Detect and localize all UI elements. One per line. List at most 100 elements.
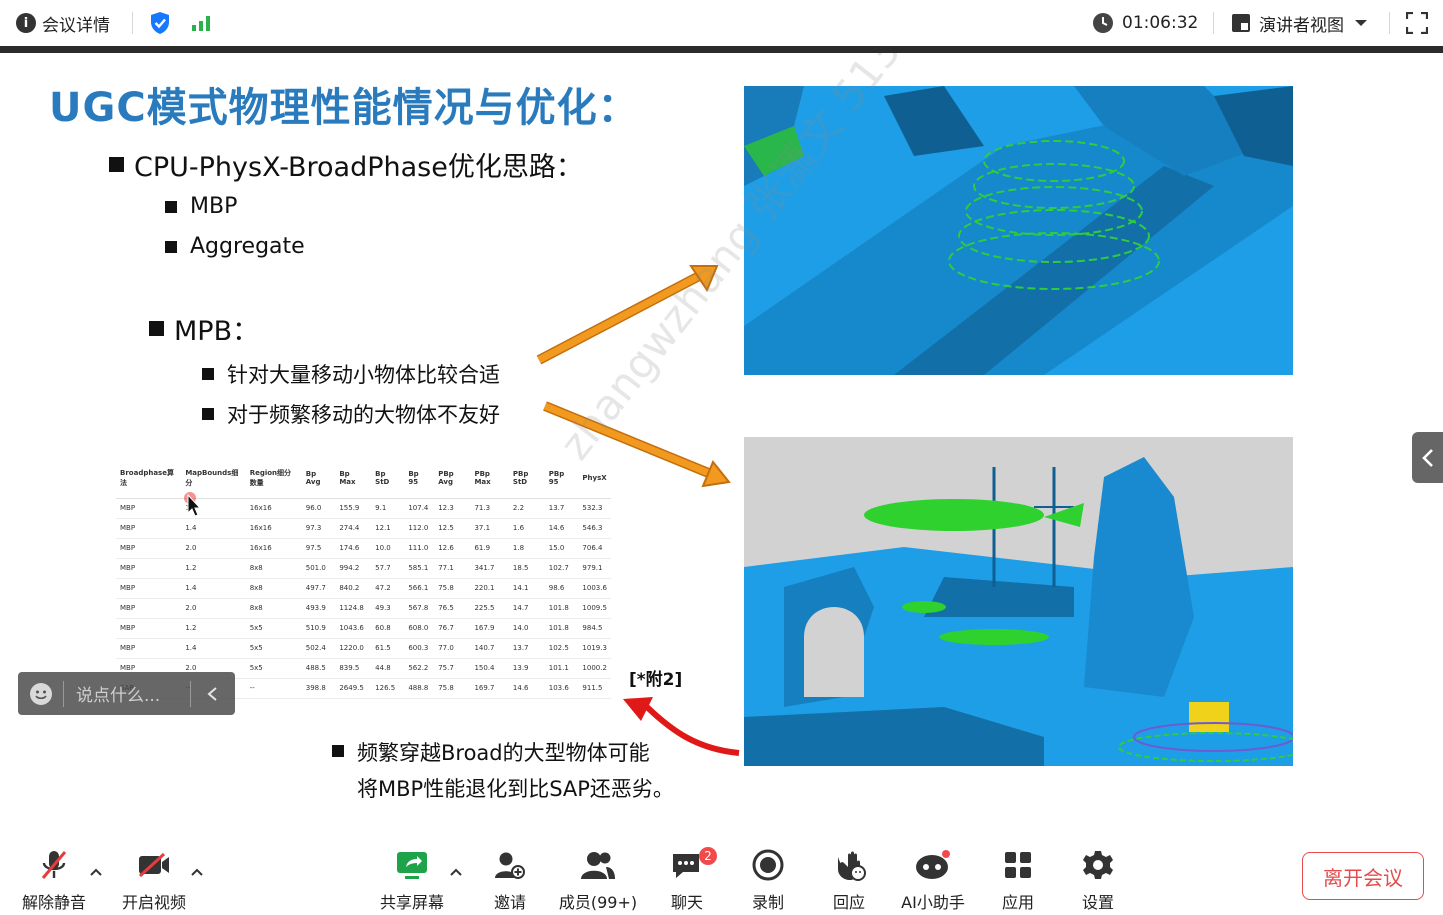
table-cell: MBP xyxy=(116,598,182,619)
slide-title: UGC模式物理性能情况与优化： xyxy=(49,85,639,131)
table-row: MBP 1.4 5x5 502.4 1220.0 61.5 600.3 77.0 140.7 13… xyxy=(116,638,611,659)
table-cell: 77.1 xyxy=(434,558,471,579)
table-cell: 12.5 xyxy=(434,518,471,539)
meeting-details-label: 会议详情 xyxy=(42,15,110,36)
meeting-timer: 01:06:32 xyxy=(1092,0,1198,46)
ai-assistant-button[interactable]: AI小助手 xyxy=(897,837,969,915)
table-cell: MBP xyxy=(116,578,182,599)
unmute-button[interactable]: 解除静音 xyxy=(20,837,88,915)
table-cell: 71.3 xyxy=(470,498,509,519)
divider xyxy=(63,680,64,707)
bullet-square-icon xyxy=(332,745,344,757)
bullet-square-icon xyxy=(109,157,124,172)
table-cell: 2649.5 xyxy=(335,678,372,699)
clock-icon xyxy=(1093,13,1113,33)
table-cell: 341.7 xyxy=(470,558,509,579)
view-mode-dropdown[interactable]: 演讲者视图 xyxy=(1231,0,1368,46)
meeting-details-button[interactable]: i 会议详情 xyxy=(16,0,110,46)
invite-button[interactable]: 邀请 xyxy=(487,837,533,915)
chevron-up-icon[interactable] xyxy=(89,867,103,877)
start-video-label: 开启视频 xyxy=(121,893,186,912)
table-cell: 532.3 xyxy=(578,498,611,519)
table-cell: 1124.8 xyxy=(335,598,372,619)
table-cell: 9.1 xyxy=(371,498,405,519)
table-cell: 984.5 xyxy=(578,618,611,639)
table-cell: 102.7 xyxy=(544,558,579,579)
table-cell: 14.6 xyxy=(544,518,579,539)
members-button[interactable]: 成员(99+) xyxy=(558,837,638,915)
bullet-note: 频繁穿越Broad的大型物体可能 将MBP性能退化到比SAP还恶劣。 xyxy=(332,737,674,803)
security-shield-icon[interactable] xyxy=(149,0,171,46)
bullet-square-icon xyxy=(202,408,214,420)
table-cell: 994.2 xyxy=(335,558,372,579)
table-cell: 44.8 xyxy=(371,658,405,679)
table-cell: 13.9 xyxy=(508,658,545,679)
bullet-aggregate: Aggregate xyxy=(165,234,305,259)
leave-meeting-button[interactable]: 离开会议 xyxy=(1302,852,1424,900)
bullet-text: CPU-PhysX-BroadPhase优化思路： xyxy=(134,152,583,183)
appendix-note-tag: [*附2] xyxy=(629,670,683,690)
apps-grid-icon xyxy=(1005,852,1031,878)
table-cell: 102.5 xyxy=(544,638,579,659)
table-cell: 1000.2 xyxy=(578,658,611,679)
table-cell: 112.0 xyxy=(404,518,435,539)
members-icon xyxy=(581,852,615,879)
table-cell: 8x8 xyxy=(245,598,302,619)
emoji-icon[interactable] xyxy=(29,682,53,706)
side-panel-toggle[interactable] xyxy=(1412,432,1443,483)
bullet-mbp: MBP xyxy=(165,194,237,219)
table-cell: 600.3 xyxy=(404,638,435,659)
share-screen-button[interactable]: 共享屏幕 xyxy=(377,837,447,915)
gear-icon xyxy=(1083,851,1113,879)
table-cell: 225.5 xyxy=(470,598,509,619)
table-cell: 13.7 xyxy=(544,498,579,519)
invite-label: 邀请 xyxy=(493,893,526,912)
record-icon xyxy=(752,849,784,881)
settings-button[interactable]: 设置 xyxy=(1075,837,1121,915)
table-cell: MBP xyxy=(116,558,182,579)
table-cell: 1220.0 xyxy=(335,638,372,659)
chat-unread-badge: 2 xyxy=(699,847,717,865)
table-cell: 14.1 xyxy=(508,578,545,599)
bullet-text: 对于频繁移动的大物体不友好 xyxy=(227,403,500,427)
quick-chat-input[interactable]: 说点什么... xyxy=(18,672,235,715)
start-video-button[interactable]: 开启视频 xyxy=(119,837,189,915)
table-header-cell: PBp Max xyxy=(470,458,509,499)
fullscreen-icon[interactable] xyxy=(1406,0,1428,46)
table-cell: 2.2 xyxy=(508,498,545,519)
chevron-left-icon xyxy=(1421,448,1433,467)
table-cell: 14.6 xyxy=(508,678,545,699)
table-cell: 150.4 xyxy=(470,658,509,679)
network-signal-icon[interactable] xyxy=(191,0,213,46)
table-cell: 220.1 xyxy=(470,578,509,599)
chevron-up-icon[interactable] xyxy=(190,867,204,877)
table-cell: 12.3 xyxy=(434,498,471,519)
camera-off-icon xyxy=(138,852,169,878)
table-cell: 1.4 xyxy=(181,578,246,599)
bullet-square-icon xyxy=(149,321,164,336)
table-cell: 840.2 xyxy=(335,578,372,599)
apps-button[interactable]: 应用 xyxy=(995,837,1041,915)
react-button[interactable]: 回应 xyxy=(826,837,872,915)
table-cell: 57.7 xyxy=(371,558,405,579)
collapse-chevron-icon[interactable] xyxy=(191,684,235,704)
layout-icon xyxy=(1232,14,1250,32)
table-cell: 61.5 xyxy=(371,638,405,659)
table-cell: 49.3 xyxy=(371,598,405,619)
chat-button[interactable]: 2 聊天 xyxy=(664,837,717,915)
share-screen-label: 共享屏幕 xyxy=(379,893,444,912)
table-cell: 75.8 xyxy=(434,678,471,699)
table-cell: 167.9 xyxy=(470,618,509,639)
table-header-cell: Bp Avg xyxy=(301,458,336,499)
table-cell: 98.6 xyxy=(544,578,579,599)
table-cell: 16x16 xyxy=(245,538,302,559)
bullet-text: Aggregate xyxy=(190,234,305,259)
table-cell: MBP xyxy=(116,498,182,519)
table-cell: 501.0 xyxy=(301,558,336,579)
table-cell: 101.1 xyxy=(544,658,579,679)
record-button[interactable]: 录制 xyxy=(745,837,791,915)
chevron-up-icon[interactable] xyxy=(449,867,463,877)
table-row: MBP 2.0 16x16 97.5 174.6 10.0 111.0 12.6 61.9 1.8… xyxy=(116,538,611,559)
table-cell: 10.0 xyxy=(371,538,405,559)
table-cell: 608.0 xyxy=(404,618,435,639)
